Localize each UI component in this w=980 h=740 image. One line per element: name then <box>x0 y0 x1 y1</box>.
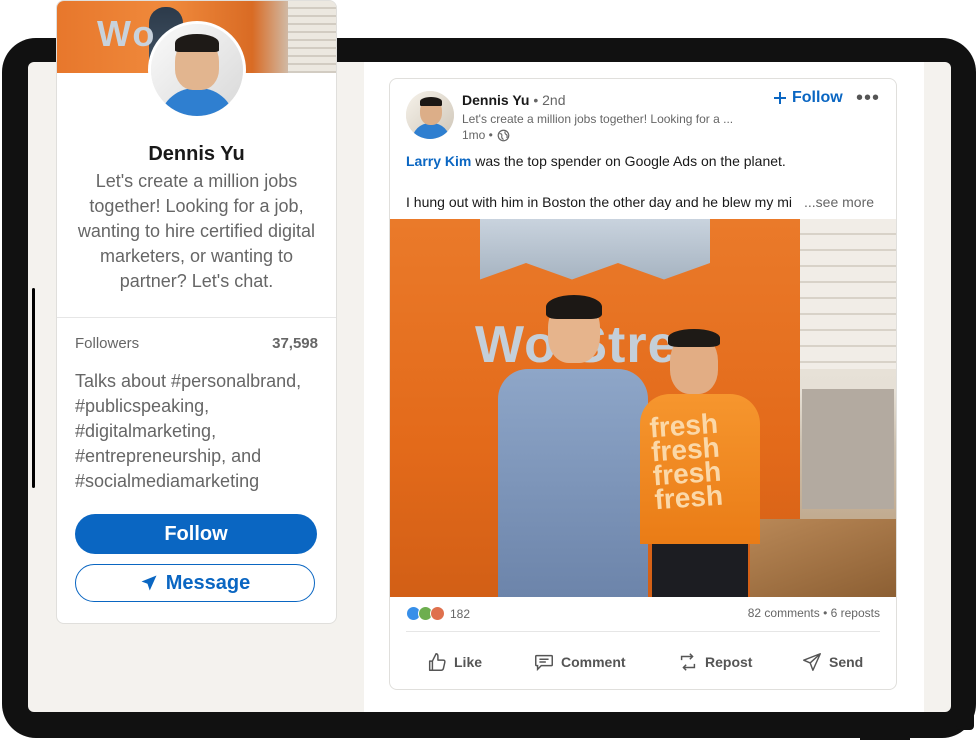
profile-name[interactable]: Dennis Yu <box>57 143 336 166</box>
comment-icon <box>535 654 553 672</box>
post-text-line-1: Larry Kim was the top spender on Google … <box>406 153 786 169</box>
profile-avatar[interactable] <box>148 21 246 119</box>
tablet-stand-foot <box>860 734 910 740</box>
post-mention-link[interactable]: Larry Kim <box>406 153 471 169</box>
post-card: Dennis Yu • 2nd Let's create a million j… <box>389 78 897 690</box>
reactions-summary[interactable]: 182 <box>406 606 470 621</box>
repost-button[interactable]: Repost <box>677 651 752 673</box>
send-button[interactable]: Send <box>801 651 863 673</box>
comments-reposts-count[interactable]: 82 comments • 6 reposts <box>748 606 880 620</box>
plus-icon <box>774 92 786 104</box>
profile-divider <box>57 317 336 318</box>
send-icon <box>141 575 157 591</box>
love-reaction-icon <box>430 606 445 621</box>
like-button[interactable]: Like <box>426 651 482 673</box>
comment-button[interactable]: Comment <box>533 651 626 673</box>
reaction-count: 182 <box>450 606 471 621</box>
post-text-line-2: I hung out with him in Boston the other … <box>406 194 792 210</box>
more-options-icon[interactable]: ••• <box>856 87 880 110</box>
cover-logo-text: Wo <box>97 13 157 54</box>
profile-card: Wo Dennis Yu Let's create a million jobs… <box>56 0 337 624</box>
profile-headline: Let's create a million jobs together! Lo… <box>77 171 316 291</box>
repost-icon <box>680 653 696 671</box>
followers-label: Followers <box>75 335 140 352</box>
photo-shirt-text: fresh fresh fresh fresh <box>648 407 724 516</box>
talks-about: Talks about #personalbrand, #publicspeak… <box>75 371 302 491</box>
post-text-1-rest: was the top spender on Google Ads on the… <box>471 153 786 169</box>
repost-label: Repost <box>705 654 753 670</box>
profile-message-label: Message <box>165 571 251 594</box>
tablet-side-button <box>32 288 35 488</box>
actions-divider <box>406 631 880 632</box>
profile-follow-label: Follow <box>164 522 228 545</box>
post-author-label: Dennis Yu <box>462 92 530 108</box>
post-follow-label: Follow <box>792 89 843 106</box>
post-time-label: 1mo • <box>462 128 493 142</box>
thumbs-up-icon <box>428 653 446 671</box>
post-author-name[interactable]: Dennis Yu • 2nd <box>462 92 565 108</box>
globe-icon <box>497 129 510 141</box>
profile-message-button[interactable]: Message <box>75 564 315 602</box>
post-photo[interactable]: Wo Stre fresh fresh fresh fresh <box>390 219 896 597</box>
post-follow-button[interactable]: Follow <box>773 89 843 107</box>
comment-label: Comment <box>561 654 626 670</box>
like-label: Like <box>454 654 483 670</box>
tablet-corner <box>956 670 974 730</box>
cover-window <box>288 1 336 73</box>
post-author-headline: Let's create a million jobs together! Lo… <box>462 112 734 126</box>
send-icon <box>803 653 821 671</box>
see-more-link[interactable]: ...see more <box>804 194 874 210</box>
send-label: Send <box>829 654 864 670</box>
post-timestamp: 1mo • <box>462 128 510 142</box>
profile-follow-button[interactable]: Follow <box>75 514 317 554</box>
post-author-avatar[interactable] <box>406 91 454 139</box>
followers-count: 37,598 <box>272 335 318 352</box>
post-connection-degree: • 2nd <box>529 92 566 108</box>
